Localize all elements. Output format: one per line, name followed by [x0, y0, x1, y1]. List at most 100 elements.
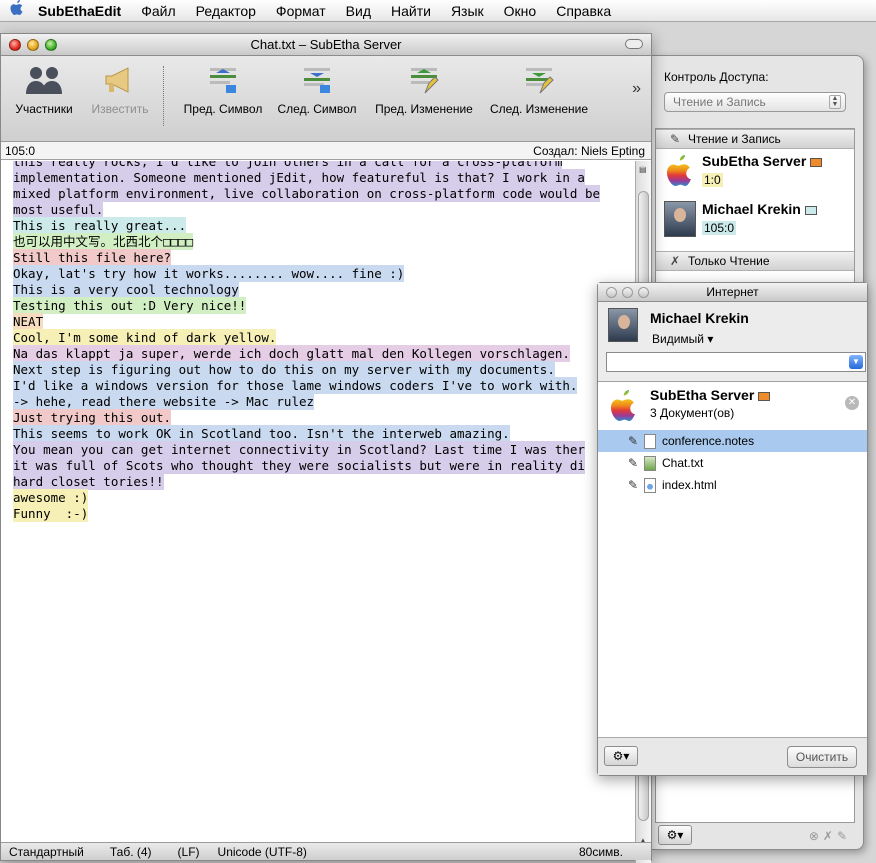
participant-name-text: Michael Krekin [702, 201, 801, 217]
document-item-index-html[interactable]: ✎ index.html [598, 474, 867, 496]
toolbar-overflow-button[interactable]: » [632, 80, 641, 98]
text-line: Testing this out :D Very nice!! [13, 297, 636, 314]
prev-change-button[interactable]: Пред. Изменение [365, 62, 483, 116]
line-ending-popup[interactable]: (LF) [178, 845, 200, 859]
text-line: Cool, I'm some kind of dark yellow. [13, 329, 636, 346]
participant-subetha-server[interactable]: SubEtha Server 1:0 [656, 149, 854, 197]
text-line: Still this file here? [13, 249, 636, 266]
participant-name: SubEtha Server [702, 153, 823, 169]
document-name: index.html [662, 478, 717, 492]
zoom-panel-button[interactable] [638, 286, 649, 298]
text-line-content: -> hehe, read there website -> Mac rulez [13, 393, 315, 410]
participant-name-text: SubEtha Server [702, 153, 807, 169]
access-control-popup[interactable]: Чтение и Запись ▲ ▼ [664, 92, 846, 112]
megaphone-icon [85, 62, 155, 98]
participants-icon [7, 62, 81, 98]
scroll-up-mini-icon: ▤ [639, 165, 647, 174]
window-width-popup[interactable]: 80симв. [579, 845, 623, 859]
participant-michael-krekin[interactable]: Michael Krekin 105:0 [656, 197, 854, 245]
participants-label: Участники [15, 102, 73, 116]
document-name: Chat.txt [662, 456, 704, 470]
avatar [608, 308, 638, 342]
close-window-button[interactable] [9, 38, 21, 51]
access-control-label: Контроль Доступа: [664, 70, 769, 84]
next-change-button[interactable]: След. Изменение [483, 62, 595, 116]
avatar [664, 201, 696, 237]
drawer-action-icons[interactable]: ⊗✗✎ [809, 829, 851, 843]
menu-find[interactable]: Найти [381, 0, 441, 22]
menu-language[interactable]: Язык [441, 0, 494, 22]
mode-popup[interactable]: Стандартный [9, 845, 84, 859]
status-bar: Стандартный Таб. (4) (LF) Unicode (UTF-8… [1, 842, 651, 860]
text-line-content: Testing this out :D Very nice!! [13, 297, 247, 314]
prev-symbol-icon [175, 62, 271, 98]
file-icon [644, 433, 656, 449]
tab-width-popup[interactable]: Таб. (4) [110, 845, 152, 859]
text-line: mixed platform environment, live collabo… [13, 185, 636, 202]
panel-gear-button[interactable]: ⚙▾ [604, 746, 638, 766]
text-line: it was full of Scots who thought they we… [13, 457, 636, 474]
close-panel-button[interactable] [606, 286, 617, 298]
toolbar-toggle-button[interactable] [625, 39, 643, 49]
text-line: You mean you can get internet connectivi… [13, 441, 636, 458]
read-only-label: Только Чтение [688, 254, 770, 268]
text-editor[interactable]: this really rocks, I'd like to join othe… [1, 161, 636, 863]
menu-window[interactable]: Окно [494, 0, 547, 22]
apple-menu-icon[interactable] [0, 0, 34, 23]
document-item-chat-txt[interactable]: ✎ Chat.txt [598, 452, 867, 474]
created-by: Создал: Niels Epting [533, 143, 645, 158]
minimize-panel-button[interactable] [622, 286, 633, 298]
next-symbol-button[interactable]: След. Символ [271, 62, 363, 116]
prev-symbol-label: Пред. Символ [183, 102, 263, 116]
user-name: Michael Krekin [650, 310, 749, 326]
text-line-content: implementation. Someone mentioned jEdit,… [13, 169, 585, 186]
server-color-chip [758, 391, 771, 401]
zoom-window-button[interactable] [45, 38, 57, 51]
participants-button[interactable]: Участники [7, 62, 81, 116]
drawer-gear-button[interactable]: ⚙▾ [658, 825, 692, 845]
text-line: hard closet tories!! [13, 473, 636, 490]
announce-label: Известить [91, 102, 149, 116]
text-line-content: This seems to work OK in Scotland too. I… [13, 425, 510, 442]
toolbar-separator [163, 66, 164, 126]
clear-button[interactable]: Очистить [787, 746, 857, 768]
text-line-content: most useful. [13, 201, 104, 218]
read-write-label: Чтение и Запись [688, 132, 781, 146]
announce-button[interactable]: Известить [85, 62, 155, 116]
pencil-icon: ✎ [628, 434, 639, 448]
server-name: SubEtha Server [650, 387, 771, 403]
visibility-popup[interactable]: Видимый ▾ [652, 332, 713, 346]
read-only-header: ✗ Только Чтение [656, 251, 854, 271]
text-line-content: it was full of Scots who thought they we… [13, 457, 585, 474]
pencil-icon: ✎ [628, 478, 639, 492]
text-line: Just trying this out. [13, 409, 636, 426]
text-line: awesome :) [13, 489, 636, 506]
menu-view[interactable]: Вид [336, 0, 381, 22]
document-item-conference-notes[interactable]: ✎ conference.notes [598, 430, 867, 452]
prev-symbol-button[interactable]: Пред. Символ [175, 62, 271, 116]
minimize-window-button[interactable] [27, 38, 39, 51]
prev-change-label: Пред. Изменение [375, 102, 473, 116]
next-change-icon [483, 62, 595, 98]
next-symbol-icon [271, 62, 363, 98]
close-connection-icon[interactable]: ✕ [845, 396, 859, 410]
text-line: 也可以用中文写。北西北个□□□□ [13, 233, 636, 250]
apple-logo-icon [667, 155, 691, 186]
text-line: implementation. Someone mentioned jEdit,… [13, 169, 636, 186]
document-name: conference.notes [662, 434, 755, 448]
menu-file[interactable]: Файл [131, 0, 185, 22]
server-entry[interactable]: SubEtha Server 3 Документ(ов) ✕ [598, 382, 867, 430]
address-field[interactable]: ▼ [606, 352, 866, 372]
encoding-popup[interactable]: Unicode (UTF-8) [218, 845, 307, 859]
menu-format[interactable]: Формат [266, 0, 336, 22]
next-change-label: След. Изменение [489, 102, 589, 116]
menu-edit[interactable]: Редактор [186, 0, 266, 22]
prev-change-icon [365, 62, 483, 98]
text-line-content: Na das klappt ja super, werde ich doch g… [13, 345, 570, 362]
menu-help[interactable]: Справка [546, 0, 621, 22]
document-count: 3 Документ(ов) [650, 406, 735, 420]
apple-logo-icon [611, 390, 635, 421]
text-line: NEAT [13, 313, 636, 330]
menu-app[interactable]: SubEthaEdit [34, 0, 131, 22]
address-dropdown-icon[interactable]: ▼ [849, 355, 863, 369]
